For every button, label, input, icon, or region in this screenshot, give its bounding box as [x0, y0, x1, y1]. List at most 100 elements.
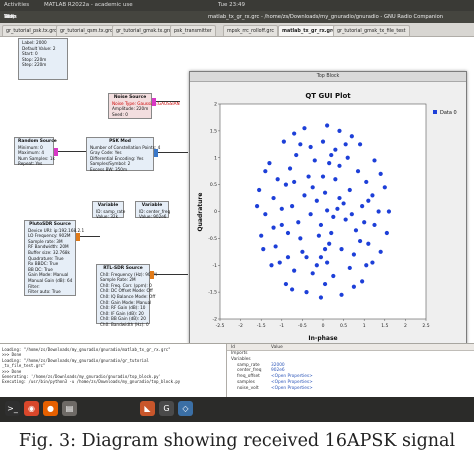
x-tick-label: -1.5 [257, 323, 266, 329]
data-point [370, 193, 375, 198]
data-point [290, 287, 295, 292]
block-variable-samp-rate[interactable]: Variable ID: samp_rate Value: 32k [92, 201, 125, 219]
noise-source-out-port[interactable] [152, 98, 156, 106]
files-icon[interactable]: ▤ [62, 401, 77, 416]
data-point [339, 292, 344, 297]
block-title: Variable [97, 203, 119, 208]
block-noise-source[interactable]: Noise Source Noise Type: Gaussian:GAUSSI… [108, 93, 180, 119]
wire [156, 101, 180, 102]
psk-mod-out-port[interactable] [154, 149, 158, 157]
y-tick-label: 2 [214, 102, 217, 108]
tab-psk-transmitter[interactable]: psk_transmitter [170, 25, 216, 36]
block-title: Variable [141, 203, 163, 208]
data-point [386, 209, 392, 214]
data-point [294, 152, 299, 158]
active-app-label[interactable]: MATLAB R2022a - academic use [44, 0, 133, 11]
qt-window-titlebar[interactable]: Top Block [190, 72, 466, 82]
data-point [347, 187, 352, 193]
block-param: Value: 902e6 [139, 214, 167, 220]
clock[interactable]: Tue 23:49 [218, 0, 245, 11]
y-tick-label: -0.5 [208, 236, 217, 242]
plutosdr-out-port[interactable] [76, 233, 80, 241]
data-point [279, 222, 284, 228]
matlab-icon[interactable]: ◣ [140, 401, 155, 416]
bottom-panels: Loading: "/home/zs/Downloads/my_gnuradio… [0, 343, 474, 398]
data-point [308, 212, 313, 217]
data-point [267, 161, 272, 166]
data-point [283, 281, 289, 287]
menu-help[interactable]: Help [4, 11, 16, 23]
data-point [378, 249, 383, 254]
figure-caption: Fig. 3: Diagram showing received 16APSK … [0, 424, 474, 465]
data-point [384, 230, 389, 236]
block-param: Manual Gain (dB): 64 [28, 277, 73, 283]
gnuradio-icon[interactable]: G [159, 401, 174, 416]
data-point [261, 247, 266, 252]
tab-gmsk-tx[interactable]: gr_tutorial_gmsk.tx.grc [112, 25, 176, 36]
variables-panel[interactable]: Id Value Imports Variables samp_rate 3200… [226, 344, 474, 398]
x-tick-label: 1.5 [381, 323, 388, 329]
data-point [360, 204, 365, 209]
tab-gmsk-tx-file-test[interactable]: gr_tutorial_gmsk_tx_file_test [333, 25, 410, 36]
data-point [263, 212, 268, 217]
block-rtlsdr-source[interactable]: RTL-SDR Source Ch0: Frequency (Hz): 902M… [96, 264, 157, 327]
data-point [351, 252, 356, 257]
activities-button[interactable]: Activities [4, 0, 29, 11]
block-param: Ch0: Bandwidth (Hz): 0 [100, 321, 149, 327]
console-log[interactable]: Loading: "/home/zs/Downloads/my_gnuradio… [0, 344, 226, 398]
wire [158, 152, 188, 153]
tab-psk-tx[interactable]: gr_tutorial_psk.tx.grc [2, 25, 61, 36]
data-point [325, 208, 330, 213]
data-point [314, 263, 319, 268]
block-random-source[interactable]: Random Source Minimum: 0 Maximum: 4 Num … [14, 137, 57, 167]
data-point [316, 233, 321, 238]
block-param: Ch0: IQ Balance Mode: Off [100, 293, 156, 299]
data-point [320, 139, 326, 144]
block-title: Noise Source [113, 95, 147, 100]
rtlsdr-out-port[interactable] [150, 271, 154, 279]
x-tick-label: -2 [238, 323, 243, 329]
plot-area [219, 103, 427, 320]
block-variable-center-freq[interactable]: Variable ID: center_freq Value: 902e6 [135, 201, 170, 220]
block-param: LO Frequency: 902M [28, 233, 71, 239]
tab-bar: gr_tutorial_psk.tx.grc gr_tutorial_qsm.t… [0, 23, 474, 37]
col-value-header[interactable]: Value [267, 344, 467, 350]
data-point [341, 201, 346, 206]
block-param: Repeat: Yes [18, 161, 43, 167]
data-point [314, 198, 319, 203]
qt-top-block-window[interactable]: Top Block QT GUI Plot -2.5 -2 -1.5 -1 -0.5 0 0… [189, 71, 467, 345]
data-point [322, 281, 328, 287]
variables-row[interactable]: noise_volt <Open Properties> [227, 386, 474, 392]
data-point [337, 128, 342, 133]
data-point [353, 228, 359, 233]
wire [80, 236, 100, 237]
data-point [360, 279, 365, 284]
data-point [325, 123, 330, 128]
terminal-icon[interactable]: >_ [5, 401, 20, 416]
tab-qsm-tx[interactable]: gr_tutorial_qsm.tx.grc [56, 25, 117, 36]
python-icon[interactable]: ◇ [178, 401, 193, 416]
block-plutosdr-source[interactable]: PlutoSDR Source Device URI: ip:192.168.2… [24, 220, 84, 296]
data-point [254, 204, 260, 209]
y-tick-label: 1.5 [210, 128, 217, 134]
data-point [269, 263, 274, 268]
chrome-icon[interactable]: ◉ [24, 401, 39, 416]
data-point [357, 238, 363, 244]
data-point [325, 260, 330, 265]
firefox-icon[interactable]: ● [43, 401, 58, 416]
y-tick-label: -1 [213, 263, 218, 269]
tab-mpsk-rrc[interactable]: mpsk_rrc_rolloff.grc [223, 25, 278, 36]
x-tick-label: -2.5 [216, 323, 225, 329]
data-point [322, 190, 328, 195]
block-range-partial[interactable]: Label: 2000 Default Value: 2 Start: 0 St… [18, 38, 68, 80]
window-title: matlab_tx_gr_rx.grc - /home/zs/Downloads… [208, 14, 444, 20]
random-source-out-port[interactable] [54, 148, 58, 156]
x-tick-label: 1 [363, 323, 366, 329]
block-psk-mod[interactable]: PSK Mod Number of Constellation Points: … [86, 137, 160, 172]
data-point [312, 158, 317, 163]
data-point [366, 198, 371, 203]
data-point [331, 273, 336, 279]
tab-matlab-tx-gr-rx[interactable]: matlab_tx_gr_rx.grc [278, 25, 340, 36]
data-point [306, 174, 311, 179]
col-id-header[interactable]: Id [227, 344, 267, 350]
